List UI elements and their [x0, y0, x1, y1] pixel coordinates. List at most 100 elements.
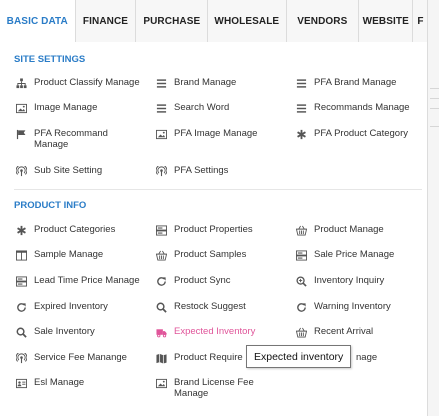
truck-icon [156, 327, 167, 338]
id-card-icon [16, 378, 27, 389]
menu-item-restock-suggest[interactable]: Restock Suggest [156, 301, 286, 313]
menu-item-warning-inventory[interactable]: Warning Inventory [296, 301, 422, 313]
search-icon [16, 327, 27, 338]
menu-item-product-categories[interactable]: Product Categories [16, 224, 146, 236]
section-title-site-settings: SITE SETTINGS [14, 54, 86, 65]
menu-item-product-samples[interactable]: Product Samples [156, 249, 286, 261]
refresh-icon [296, 302, 307, 313]
tab-cut-off[interactable]: F [413, 0, 427, 42]
basket-icon [296, 327, 307, 338]
menu-item-label: Lead Time Price Manage [34, 275, 140, 286]
list-icon [296, 78, 307, 89]
tab-wholesale[interactable]: WHOLESALE [208, 0, 287, 42]
menu-item-sub-site-setting[interactable]: Sub Site Setting [16, 165, 146, 177]
menu-item-label: Sample Manage [34, 249, 104, 260]
menu-item-label: Service Fee Manange [34, 352, 127, 363]
section-title-product-info: PRODUCT INFO [14, 200, 87, 211]
menu-item-label: Recent Arrival [314, 326, 374, 337]
server-icon [156, 225, 167, 236]
asterisk-icon [296, 129, 307, 140]
server-icon [16, 276, 27, 287]
menu-item-label: PFA Product Category [314, 128, 408, 139]
menu-item-label: Brand License Fee Manage [174, 377, 254, 399]
broadcast-icon [16, 166, 27, 177]
search-icon [156, 302, 167, 313]
menu-item-label: Sub Site Setting [34, 165, 103, 176]
menu-item-pfa-product-category[interactable]: PFA Product Category [296, 128, 422, 140]
menu-item-image-manage[interactable]: Image Manage [16, 102, 146, 114]
menu-item-label: Sale Price Manage [314, 249, 395, 260]
tooltip: Expected inventory [246, 345, 352, 368]
menu-item-pfa-recommand-manage[interactable]: PFA Recommand Manage [16, 128, 146, 150]
menu-item-search-word[interactable]: Search Word [156, 102, 286, 114]
background-app-strip [427, 0, 439, 416]
basket-icon [156, 250, 167, 261]
menu-item-brand-license-fee-manage[interactable]: Brand License Fee Manage [156, 377, 286, 399]
menu-item-sample-manage[interactable]: Sample Manage [16, 249, 146, 261]
menu-item-label: Warning Inventory [314, 301, 391, 312]
menu-item-product-properties[interactable]: Product Properties [156, 224, 286, 236]
broadcast-icon [16, 353, 27, 364]
menu-item-lead-time-price-manage[interactable]: Lead Time Price Manage [16, 275, 146, 287]
menu-item-label: Brand Manage [174, 77, 237, 88]
image-icon [156, 378, 167, 389]
menu-item-pfa-image-manage[interactable]: PFA Image Manage [156, 128, 286, 140]
menu-item-label: Product Sync [174, 275, 231, 286]
tab-vendors[interactable]: VENDORS [286, 0, 360, 42]
menu-item-label: Search Word [174, 102, 230, 113]
tab-basic-data[interactable]: BASIC DATA [0, 0, 76, 43]
image-icon [156, 129, 167, 140]
menu-item-expired-inventory[interactable]: Expired Inventory [16, 301, 146, 313]
menu-item-label: PFA Image Manage [174, 128, 258, 139]
tab-finance[interactable]: FINANCE [75, 0, 137, 42]
menu-item-label: Sale Inventory [34, 326, 95, 337]
menu-item-label: Esl Manage [34, 377, 85, 388]
flag-icon [16, 129, 27, 140]
map-icon [156, 353, 167, 364]
menu-item-expected-inventory[interactable]: Expected Inventory [156, 326, 286, 338]
image-icon [16, 103, 27, 114]
menu-item-label: Expired Inventory [34, 301, 108, 312]
tab-website[interactable]: WEBSITE [359, 0, 414, 42]
menu-item-label: Expected Inventory [174, 326, 256, 337]
broadcast-icon [156, 166, 167, 177]
list-icon [156, 103, 167, 114]
menu-item-label: PFA Recommand Manage [34, 128, 108, 150]
basket-icon [296, 225, 307, 236]
menu-item-recent-arrival[interactable]: Recent Arrival [296, 326, 422, 338]
menu-item-label: Product Classify Manage [34, 77, 140, 88]
tab-purchase[interactable]: PURCHASE [136, 0, 209, 42]
columns-icon [16, 250, 27, 261]
menu-item-sale-price-manage[interactable]: Sale Price Manage [296, 249, 422, 261]
menu-item-sale-inventory[interactable]: Sale Inventory [16, 326, 146, 338]
menu-item-product-sync[interactable]: Product Sync [156, 275, 286, 287]
list-icon [156, 78, 167, 89]
menu-item-inventory-inquiry[interactable]: Inventory Inquiry [296, 275, 422, 287]
menu-item-label: PFA Brand Manage [314, 77, 397, 88]
zoom-in-icon [296, 276, 307, 287]
section-divider [14, 189, 422, 190]
top-tab-bar: BASIC DATA FINANCE PURCHASE WHOLESALE VE… [0, 0, 427, 43]
asterisk-icon [16, 225, 27, 236]
menu-item-label: Product Require [174, 352, 243, 363]
menu-item-label: Restock Suggest [174, 301, 246, 312]
menu-item-label: Recommands Manage [314, 102, 410, 113]
menu-item-pfa-brand-manage[interactable]: PFA Brand Manage [296, 77, 422, 89]
menu-item-recommands-manage[interactable]: Recommands Manage [296, 102, 422, 114]
menu-item-pfa-settings[interactable]: PFA Settings [156, 165, 286, 177]
menu-item-brand-manage[interactable]: Brand Manage [156, 77, 286, 89]
menu-item-esl-manage[interactable]: Esl Manage [16, 377, 146, 389]
menu-item-product-manage[interactable]: Product Manage [296, 224, 422, 236]
menu-item-label: Product Manage [314, 224, 384, 235]
menu-item-label: Inventory Inquiry [314, 275, 385, 286]
menu-item-label: Product Samples [174, 249, 247, 260]
menu-item-product-classify-manage[interactable]: Product Classify Manage [16, 77, 146, 89]
server-icon [296, 250, 307, 261]
menu-item-service-fee-manange[interactable]: Service Fee Manange [16, 352, 146, 364]
menu-item-label: Product Properties [174, 224, 253, 235]
sitemap-icon [16, 78, 27, 89]
menu-item-label: Product Categories [34, 224, 116, 235]
menu-item-label: PFA Settings [174, 165, 229, 176]
menu-item-label: Image Manage [34, 102, 98, 113]
mega-menu-panel: SITE SETTINGS Product Classify Manage Br… [0, 42, 427, 416]
